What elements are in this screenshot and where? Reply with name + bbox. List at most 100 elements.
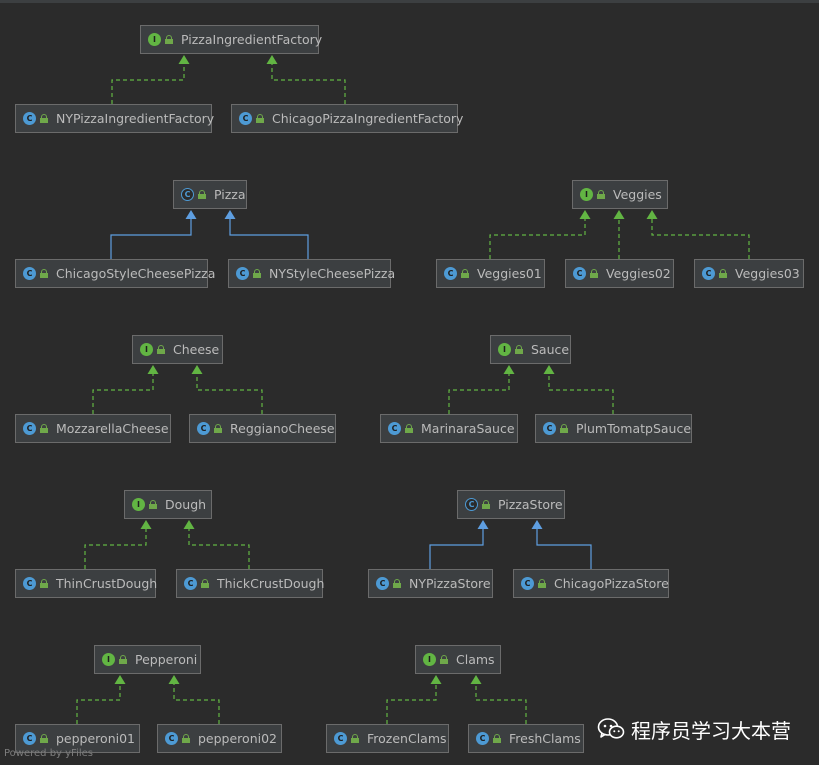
lock-icon xyxy=(198,190,206,199)
class-icon: C xyxy=(376,577,389,590)
lock-icon xyxy=(515,345,523,354)
node-label: Dough xyxy=(165,497,207,512)
node-label: Cheese xyxy=(173,342,220,357)
lock-icon xyxy=(253,269,261,278)
arrowhead xyxy=(185,210,197,219)
node-label: MozzarellaCheese xyxy=(56,421,169,436)
node-chicagostylecheesepizza[interactable]: C ChicagoStyleCheesePizza xyxy=(15,259,215,288)
node-chicagopizzaingredientfactory[interactable]: C ChicagoPizzaIngredientFactory xyxy=(231,104,463,133)
class-icon: C xyxy=(184,577,197,590)
node-reggianocheese[interactable]: C ReggianoCheese xyxy=(189,414,336,443)
node-sauce[interactable]: I Sauce xyxy=(490,335,571,364)
node-veggies03[interactable]: C Veggies03 xyxy=(694,259,804,288)
node-label: ChicagoStyleCheesePizza xyxy=(56,266,216,281)
node-label: Sauce xyxy=(531,342,570,357)
node-freshclams[interactable]: C FreshClams xyxy=(468,724,584,753)
arrowhead xyxy=(224,210,236,219)
node-clams[interactable]: I Clams xyxy=(415,645,501,674)
lock-icon xyxy=(40,734,48,743)
lock-icon xyxy=(149,500,157,509)
class-icon: C xyxy=(388,422,401,435)
arrowhead xyxy=(503,365,515,374)
edge-frozenclams xyxy=(386,683,437,724)
node-mozzarellacheese[interactable]: C MozzarellaCheese xyxy=(15,414,171,443)
abstract-icon: C xyxy=(181,188,194,201)
interface-icon: I xyxy=(423,653,436,666)
arrowhead xyxy=(178,55,190,64)
node-pepperoni[interactable]: I Pepperoni xyxy=(94,645,201,674)
class-icon: C xyxy=(702,267,715,280)
node-dough[interactable]: I Dough xyxy=(124,490,212,519)
edge-pepperoni02 xyxy=(173,683,220,724)
node-label: FrozenClams xyxy=(367,731,447,746)
edge-mozzarellacheese xyxy=(92,373,154,414)
node-thickcrustdough[interactable]: C ThickCrustDough xyxy=(176,569,325,598)
lock-icon xyxy=(493,734,501,743)
interface-icon: I xyxy=(102,653,115,666)
class-icon: C xyxy=(197,422,210,435)
class-icon: C xyxy=(521,577,534,590)
class-icon: C xyxy=(334,732,347,745)
node-label: ReggianoCheese xyxy=(230,421,335,436)
node-pizza[interactable]: C Pizza xyxy=(173,180,247,209)
node-nystylecheesepizza[interactable]: C NYStyleCheesePizza xyxy=(228,259,395,288)
arrowhead xyxy=(613,210,625,219)
lock-icon xyxy=(182,734,190,743)
arrowhead xyxy=(430,675,442,684)
arrowhead xyxy=(191,365,203,374)
arrowhead xyxy=(140,520,152,529)
watermark: 程序员学习大本营 xyxy=(597,714,791,744)
edge-marinarasauce xyxy=(448,373,510,414)
class-icon: C xyxy=(543,422,556,435)
class-icon: C xyxy=(573,267,586,280)
node-pizzaingredientfactory[interactable]: I PizzaIngredientFactory xyxy=(140,25,323,54)
lock-icon xyxy=(560,424,568,433)
node-label: PlumTomatpSauce xyxy=(576,421,692,436)
node-cheese[interactable]: I Cheese xyxy=(132,335,223,364)
class-icon: C xyxy=(23,112,36,125)
node-thincrustdough[interactable]: C ThinCrustDough xyxy=(15,569,158,598)
node-pizzastore[interactable]: C PizzaStore xyxy=(457,490,565,519)
node-plumtomatpsauce[interactable]: C PlumTomatpSauce xyxy=(535,414,692,443)
node-veggies02[interactable]: C Veggies02 xyxy=(565,259,674,288)
lock-icon xyxy=(461,269,469,278)
lock-icon xyxy=(590,269,598,278)
footer-brand: Powered by yFiles xyxy=(4,748,93,759)
edge-nypizzastore xyxy=(429,528,484,569)
arrowhead xyxy=(183,520,195,529)
node-label: Veggies02 xyxy=(606,266,671,281)
lock-icon xyxy=(482,500,490,509)
node-marinarasauce[interactable]: C MarinaraSauce xyxy=(380,414,518,443)
node-nypizzastore[interactable]: C NYPizzaStore xyxy=(368,569,493,598)
class-icon: C xyxy=(23,267,36,280)
abstract-icon: C xyxy=(465,498,478,511)
node-label: Veggies01 xyxy=(477,266,542,281)
node-label: Clams xyxy=(456,652,495,667)
edge-pepperoni01 xyxy=(76,683,121,724)
node-nypizzaingredientfactory[interactable]: C NYPizzaIngredientFactory xyxy=(15,104,215,133)
node-label: ChicagoPizzaIngredientFactory xyxy=(272,111,464,126)
node-frozenclams[interactable]: C FrozenClams xyxy=(326,724,449,753)
node-label: PizzaIngredientFactory xyxy=(181,32,323,47)
edge-nypizzaingredientfactory xyxy=(111,63,185,104)
node-veggies01[interactable]: C Veggies01 xyxy=(436,259,545,288)
arrowhead xyxy=(147,365,159,374)
node-label: ThinCrustDough xyxy=(56,576,158,591)
lock-icon xyxy=(214,424,222,433)
node-label: NYPizzaIngredientFactory xyxy=(56,111,215,126)
node-chicagopizzastore[interactable]: C ChicagoPizzaStore xyxy=(513,569,669,598)
node-label: Pizza xyxy=(214,187,246,202)
lock-icon xyxy=(40,114,48,123)
lock-icon xyxy=(393,579,401,588)
edge-veggies03 xyxy=(651,218,750,259)
class-icon: C xyxy=(23,422,36,435)
node-label: pepperoni01 xyxy=(56,731,135,746)
arrowhead xyxy=(114,675,126,684)
class-icon: C xyxy=(444,267,457,280)
arrowhead xyxy=(266,55,278,64)
node-label: ThickCrustDough xyxy=(217,576,325,591)
node-pepperoni02[interactable]: Cpepperoni02 xyxy=(157,724,282,753)
node-veggies[interactable]: I Veggies xyxy=(572,180,668,209)
node-label: NYStyleCheesePizza xyxy=(269,266,396,281)
node-label: FreshClams xyxy=(509,731,581,746)
